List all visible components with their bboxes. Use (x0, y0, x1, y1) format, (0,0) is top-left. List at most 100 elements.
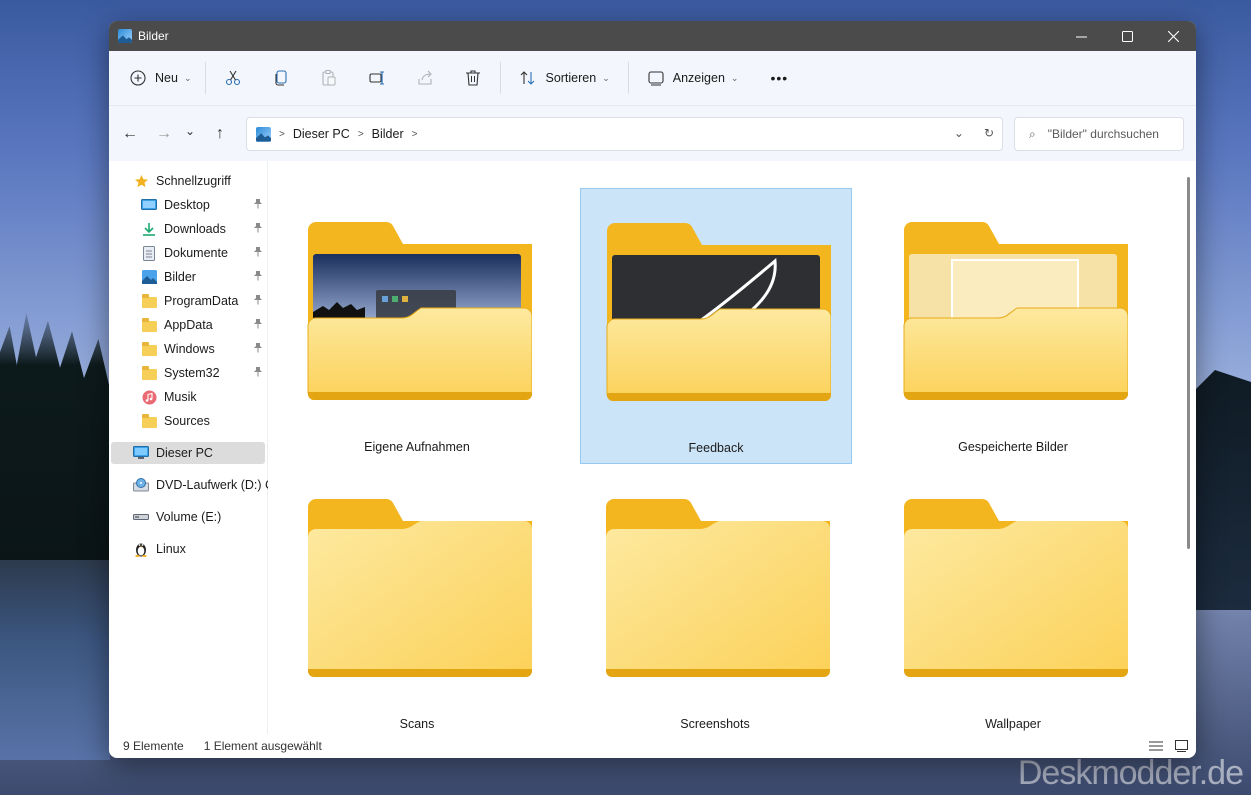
folder-name: Eigene Aufnahmen (364, 440, 470, 454)
sidebar-item-label: Musik (164, 390, 197, 404)
chevron-down-icon: ⌄ (602, 72, 610, 83)
window-controls (1058, 21, 1196, 51)
breadcrumb-bilder[interactable]: Bilder (372, 127, 404, 141)
pin-icon (253, 198, 263, 212)
folder-tile-gespeicherte-bilder[interactable]: Gespeicherte Bilder (878, 188, 1148, 462)
delete-button[interactable] (456, 62, 490, 94)
more-icon: ••• (770, 70, 789, 86)
view-button[interactable]: Anzeigen ⌄ (639, 62, 747, 94)
rename-button[interactable] (360, 62, 394, 94)
sidebar-item-label: Bilder (164, 270, 196, 284)
sidebar-item-label: System32 (164, 366, 220, 380)
sidebar-item-label: Volume (E:) (156, 510, 222, 524)
chevron-down-icon: ⌄ (184, 124, 196, 138)
file-view: Eigene Aufnahmen Feedback Gespeicherte Bil… (268, 161, 1196, 734)
pin-icon (253, 270, 263, 284)
cut-button[interactable] (216, 62, 250, 94)
sidebar-item-windows[interactable]: Windows (111, 338, 265, 360)
download-icon (141, 221, 157, 237)
main-body: Schnellzugriff Desktop Downloads Dokumente B… (109, 161, 1196, 734)
up-button[interactable]: ↑ (205, 119, 235, 149)
folder-icon (904, 499, 1128, 677)
sidebar-item-quick-access[interactable]: Schnellzugriff (111, 170, 265, 192)
toolbar-separator (627, 62, 629, 94)
sidebar-item-sources[interactable]: Sources (111, 410, 265, 432)
recent-locations-button[interactable]: ⌄ (179, 116, 201, 146)
maximize-button[interactable] (1104, 21, 1150, 51)
folder-tile-scans[interactable]: Scans (282, 465, 552, 739)
toolbar-separator (205, 62, 207, 94)
close-button[interactable] (1150, 21, 1196, 51)
arrow-right-icon: → (156, 125, 172, 142)
item-count: 9 Elemente (123, 739, 184, 753)
toolbar-separator (500, 62, 502, 94)
vertical-scrollbar[interactable] (1187, 177, 1190, 549)
title-bar[interactable]: Bilder (109, 21, 1196, 51)
folder-name: Wallpaper (985, 717, 1041, 731)
sidebar-item-volume-e[interactable]: Volume (E:) (111, 506, 265, 528)
paste-button[interactable] (312, 62, 346, 94)
sidebar-item-this-pc[interactable]: Dieser PC (111, 442, 265, 464)
sidebar-item-label: ProgramData (164, 294, 239, 308)
details-view-icon[interactable] (1149, 740, 1163, 752)
music-icon (141, 389, 157, 405)
breadcrumb-dieser-pc[interactable]: Dieser PC (293, 127, 350, 141)
folder-name: Screenshots (680, 717, 750, 731)
star-icon (133, 173, 149, 189)
folder-icon (606, 499, 830, 677)
plus-circle-icon (130, 70, 146, 86)
chevron-right-icon[interactable]: > (358, 129, 364, 140)
forward-button[interactable]: → (149, 119, 179, 149)
minimize-button[interactable] (1058, 21, 1104, 51)
rename-icon (369, 71, 385, 85)
more-options-button[interactable]: ••• (762, 62, 796, 94)
folder-name: Feedback (688, 441, 744, 455)
chevron-right-icon[interactable]: > (412, 129, 418, 140)
navigation-pane: Schnellzugriff Desktop Downloads Dokumente B… (109, 161, 274, 734)
search-placeholder: "Bilder" durchsuchen (1047, 127, 1159, 141)
sidebar-item-appdata[interactable]: AppData (111, 314, 265, 336)
address-bar[interactable]: > Dieser PC > Bilder > ⌄ ↻ (246, 117, 1003, 151)
search-input[interactable]: ⌕ "Bilder" durchsuchen (1014, 117, 1184, 151)
share-icon (418, 70, 433, 85)
folder-name: Gespeicherte Bilder (958, 440, 1068, 454)
sort-icon (521, 71, 535, 85)
view-label: Anzeigen (672, 71, 725, 85)
sort-button[interactable]: Sortieren ⌄ (511, 62, 617, 94)
sidebar-item-label: Dokumente (164, 246, 228, 260)
address-dropdown-icon[interactable]: ⌄ (954, 126, 964, 140)
command-bar: Neu ⌄ Sortieren ⌄ Anzeigen ⌄ ••• (109, 51, 1196, 106)
watermark: Deskmodder.de (1017, 754, 1244, 792)
sidebar-item-system32[interactable]: System32 (111, 362, 265, 384)
folder-tile-screenshots[interactable]: Screenshots (580, 465, 850, 739)
copy-button[interactable] (264, 62, 298, 94)
chevron-down-icon: ⌄ (183, 72, 192, 83)
sidebar-item-dokumente[interactable]: Dokumente (111, 242, 265, 264)
share-button[interactable] (408, 62, 442, 94)
chevron-down-icon: ⌄ (730, 72, 739, 83)
sidebar-item-desktop[interactable]: Desktop (111, 194, 265, 216)
folder-icon (141, 317, 157, 333)
trash-icon (466, 70, 481, 86)
folder-icon (307, 222, 532, 400)
folder-tile-eigene-aufnahmen[interactable]: Eigene Aufnahmen (282, 188, 552, 462)
drive-icon (133, 509, 149, 525)
sidebar-item-musik[interactable]: Musik (111, 386, 265, 408)
pictures-app-icon (118, 29, 132, 43)
maximize-icon (1121, 30, 1133, 42)
view-icon (648, 71, 664, 86)
folder-icon (141, 413, 157, 429)
sidebar-item-dvd-laufwerk-d-c[interactable]: DVD-Laufwerk (D:) C (111, 474, 274, 496)
back-button[interactable]: ← (115, 119, 145, 149)
large-icons-view-icon[interactable] (1175, 740, 1188, 752)
sidebar-item-downloads[interactable]: Downloads (111, 218, 265, 240)
sidebar-item-bilder[interactable]: Bilder (111, 266, 265, 288)
new-button[interactable]: Neu ⌄ (121, 62, 199, 94)
folder-tile-feedback[interactable]: Feedback (580, 188, 852, 464)
sidebar-item-programdata[interactable]: ProgramData (111, 290, 265, 312)
folder-icon (903, 222, 1128, 400)
sidebar-item-label: Windows (164, 342, 215, 356)
folder-tile-wallpaper[interactable]: Wallpaper (878, 465, 1148, 739)
refresh-icon[interactable]: ↻ (984, 126, 994, 140)
sidebar-item-linux[interactable]: Linux (111, 538, 265, 560)
